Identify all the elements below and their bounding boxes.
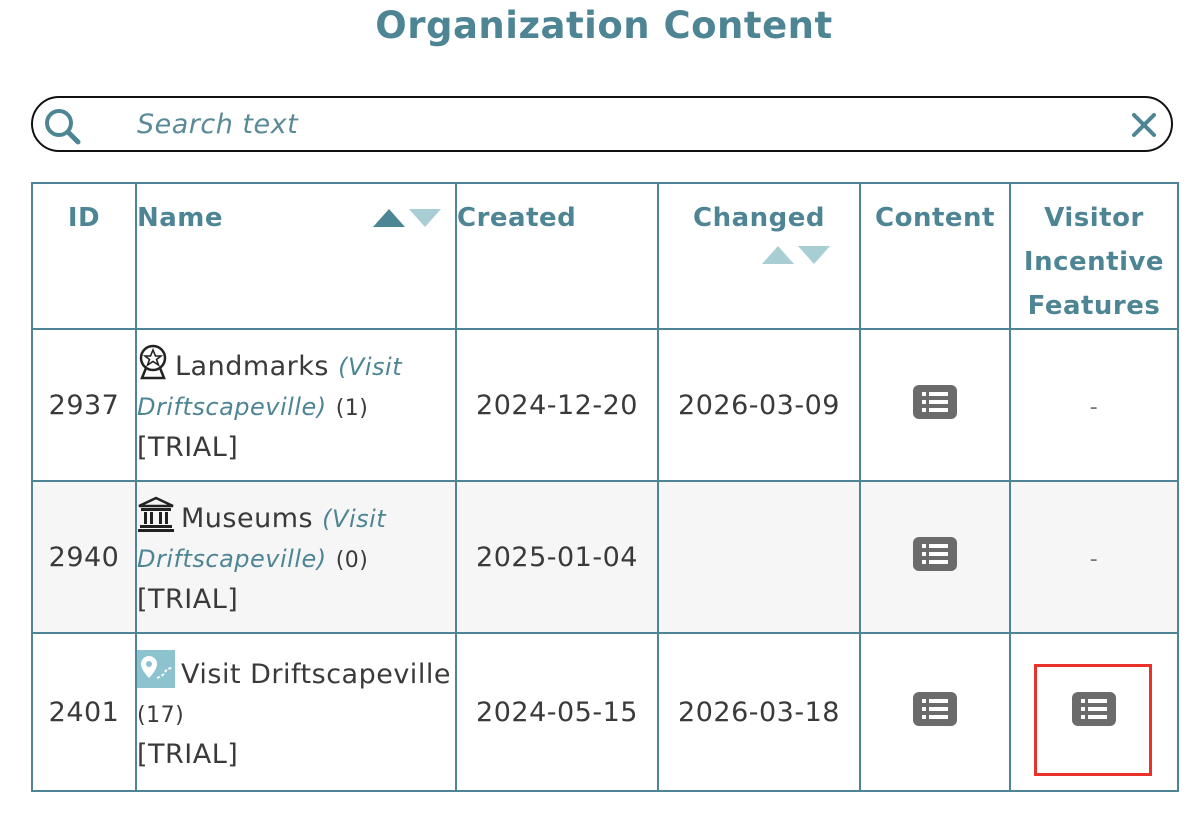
row-name[interactable]: Landmarks	[175, 351, 329, 382]
row-name[interactable]: Visit Driftscapeville	[181, 659, 451, 690]
table-row: 2937 Landmarks (Visit Driftscapeville) (…	[31, 328, 1179, 482]
column-header-content-label: Content	[875, 203, 995, 233]
row-created: 2025-01-04	[455, 480, 659, 634]
row-changed: 2026-03-09	[657, 328, 861, 482]
column-header-changed[interactable]: Changed	[657, 182, 861, 330]
status-badge: [TRIAL]	[137, 431, 239, 463]
table-row: 2401 Visit Driftscapeville (17) [TRIAL] …	[31, 632, 1179, 792]
column-header-created[interactable]: Created	[455, 182, 659, 330]
column-header-changed-label: Changed	[692, 203, 825, 233]
item-count: (1)	[335, 395, 369, 421]
row-content-cell	[859, 328, 1011, 482]
column-header-content: Content	[859, 182, 1011, 330]
row-id: 2401	[31, 632, 137, 792]
row-name-cell: Museums (Visit Driftscapeville) (0) [TRI…	[135, 480, 457, 634]
row-created: 2024-12-20	[455, 328, 659, 482]
empty-value: -	[1089, 546, 1099, 572]
row-name-cell: Visit Driftscapeville (17) [TRIAL]	[135, 632, 457, 792]
table-row: 2940 Museums (Visit Driftscapeville) (0)…	[31, 480, 1179, 634]
row-content-cell	[859, 480, 1011, 634]
row-changed: 2026-03-18	[657, 632, 861, 792]
row-changed	[657, 480, 861, 634]
column-header-visitor-incentive-features: Visitor Incentive Features	[1009, 182, 1179, 330]
column-header-id[interactable]: ID	[31, 182, 137, 330]
row-visitor-incentive-cell: -	[1009, 328, 1179, 482]
search-icon[interactable]	[42, 106, 82, 146]
row-name-cell: Landmarks (Visit Driftscapeville) (1) [T…	[135, 328, 457, 482]
row-name[interactable]: Museums	[181, 503, 313, 534]
row-content-cell	[859, 632, 1011, 792]
search-bar	[31, 96, 1173, 152]
row-visitor-incentive-cell	[1009, 632, 1179, 792]
page-title: Organization Content	[375, 4, 833, 47]
content-table: ID Name Created Changed Content Visitor …	[31, 182, 1179, 792]
row-id: 2937	[31, 328, 137, 482]
clear-search-icon[interactable]	[1131, 112, 1157, 138]
column-header-visitor-incentive-features-label: Visitor Incentive Features	[1023, 203, 1165, 321]
empty-value: -	[1089, 394, 1099, 420]
column-header-created-label: Created	[457, 203, 577, 233]
row-created: 2024-05-15	[455, 632, 659, 792]
list-icon[interactable]	[1072, 691, 1116, 726]
item-count: (17)	[137, 703, 185, 728]
status-badge: [TRIAL]	[137, 739, 239, 770]
column-header-id-label: ID	[67, 203, 101, 233]
column-header-name[interactable]: Name	[135, 182, 457, 330]
landmark-badge-icon	[139, 344, 167, 379]
list-icon[interactable]	[913, 691, 957, 726]
list-icon[interactable]	[913, 384, 957, 419]
list-icon[interactable]	[913, 536, 957, 571]
search-input[interactable]	[137, 104, 1037, 144]
sort-arrows-icon[interactable]	[762, 244, 830, 266]
column-header-name-label: Name	[137, 203, 224, 233]
museum-building-icon	[138, 496, 174, 532]
status-badge: [TRIAL]	[137, 583, 239, 615]
item-count: (0)	[335, 547, 369, 573]
row-visitor-incentive-cell: -	[1009, 480, 1179, 634]
map-pin-route-icon	[137, 650, 175, 688]
row-id: 2940	[31, 480, 137, 634]
sort-arrows-icon[interactable]	[373, 207, 441, 229]
